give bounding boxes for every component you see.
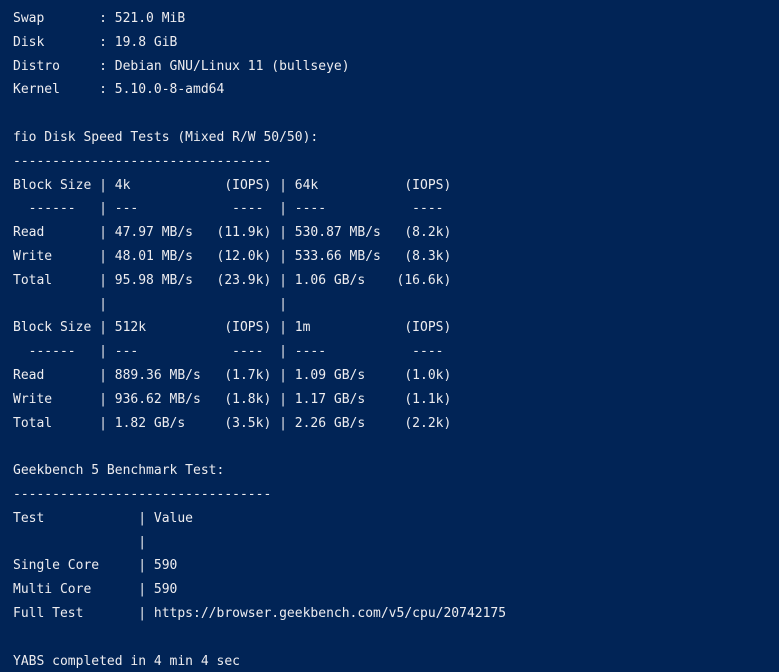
geekbench-row-full-test: Full Test | https://browser.geekbench.co… — [13, 605, 507, 621]
geekbench-section-title: Geekbench 5 Benchmark Test: — [13, 463, 225, 479]
geekbench-table-header-row: Test | Value — [13, 510, 194, 526]
fio-table-row-total: Total | 1.82 GB/s (3.5k) | 2.26 GB/s (2.… — [13, 415, 452, 431]
geekbench-table-spacer-row: | — [13, 534, 147, 550]
fio-table-header-row: Block Size | 512k (IOPS) | 1m (IOPS) — [13, 320, 452, 336]
fio-table-header-row: Block Size | 4k (IOPS) | 64k (IOPS) — [13, 177, 452, 193]
fio-table-row-write: Write | 48.01 MB/s (12.0k) | 533.66 MB/s… — [13, 248, 452, 264]
yabs-completion-message: YABS completed in 4 min 4 sec — [13, 653, 240, 669]
terminal-line-distro: Distro : Debian GNU/Linux 11 (bullseye) — [13, 58, 350, 74]
geekbench-section-divider: --------------------------------- — [13, 486, 272, 502]
fio-table-row-write: Write | 936.62 MB/s (1.8k) | 1.17 GB/s (… — [13, 391, 452, 407]
terminal-line-disk: Disk : 19.8 GiB — [13, 34, 178, 50]
terminal-line-kernel: Kernel : 5.10.0-8-amd64 — [13, 82, 225, 98]
fio-section-title: fio Disk Speed Tests (Mixed R/W 50/50): — [13, 129, 319, 145]
fio-section-divider: --------------------------------- — [13, 153, 272, 169]
terminal-window[interactable]: Swap : 521.0 MiB Disk : 19.8 GiB Distro … — [0, 0, 779, 672]
fio-table-row-read: Read | 889.36 MB/s (1.7k) | 1.09 GB/s (1… — [13, 367, 452, 383]
fio-table-header-underline: ------ | --- ---- | ---- ---- — [13, 201, 444, 217]
fio-table-row-read: Read | 47.97 MB/s (11.9k) | 530.87 MB/s … — [13, 225, 452, 241]
geekbench-row-single-core: Single Core | 590 — [13, 558, 178, 574]
terminal-line-swap: Swap : 521.0 MiB — [13, 11, 186, 26]
geekbench-row-multi-core: Multi Core | 590 — [13, 582, 178, 598]
fio-table-spacer-row: | | — [13, 296, 287, 312]
fio-table-row-total: Total | 95.98 MB/s (23.9k) | 1.06 GB/s (… — [13, 272, 452, 288]
fio-table-header-underline: ------ | --- ---- | ---- ---- — [13, 344, 444, 360]
